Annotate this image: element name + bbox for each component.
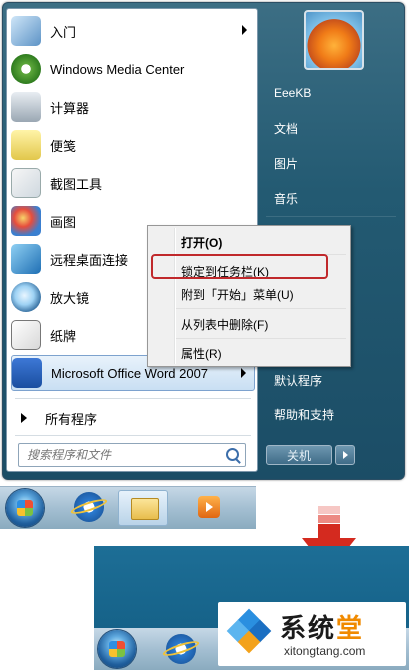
paint-icon	[11, 206, 41, 236]
shutdown-options-arrow-icon[interactable]	[335, 445, 355, 465]
logo-text: 系统堂	[280, 614, 365, 644]
menu-separator	[176, 308, 346, 309]
media-player-icon	[198, 496, 220, 518]
submenu-arrow-icon[interactable]	[241, 368, 246, 378]
right-link-pictures[interactable]: 图片	[274, 155, 298, 172]
program-item-getting-started[interactable]: 入门	[11, 13, 255, 49]
search-icon[interactable]	[226, 448, 239, 461]
menu-item-open[interactable]: 打开(O)	[181, 234, 222, 251]
program-label: 纸牌	[50, 328, 77, 344]
right-link-help[interactable]: 帮助和支持	[274, 406, 334, 423]
program-item-sticky-notes[interactable]: 便笺	[11, 127, 255, 163]
media-center-icon	[11, 54, 41, 84]
internet-explorer-icon[interactable]	[74, 492, 104, 522]
start-orb-icon[interactable]	[98, 630, 136, 668]
folder-icon	[131, 498, 159, 520]
program-label: 便笺	[50, 138, 77, 154]
media-player-taskbar-button[interactable]	[196, 492, 222, 522]
search-box[interactable]	[18, 443, 246, 467]
right-link-default-programs[interactable]: 默认程序	[274, 372, 322, 389]
menu-separator	[176, 338, 346, 339]
logo-diamond-icon	[226, 608, 272, 654]
context-menu: 打开(O) 锁定到任务栏(K) 附到「开始」菜单(U) 从列表中删除(F) 属性…	[147, 225, 351, 367]
right-link-music[interactable]: 音乐	[274, 190, 298, 207]
program-item-snipping-tool[interactable]: 截图工具	[11, 165, 255, 201]
program-label: Microsoft Office Word 2007	[51, 365, 209, 381]
watermark-logo: 系统堂 xitongtang.com	[218, 602, 406, 666]
program-label: 入门	[50, 24, 77, 40]
submenu-arrow-icon	[242, 25, 247, 35]
right-link-user[interactable]: EeeKB	[274, 86, 311, 100]
program-label: 计算器	[50, 100, 90, 116]
calculator-icon	[11, 92, 41, 122]
word-icon	[12, 358, 42, 388]
program-item-media-center[interactable]: Windows Media Center	[11, 51, 255, 87]
explorer-taskbar-button[interactable]	[118, 490, 168, 526]
solitaire-icon	[11, 320, 41, 350]
menu-item-pin-start[interactable]: 附到「开始」菜单(U)	[181, 286, 294, 303]
divider	[15, 398, 251, 399]
all-programs-label: 所有程序	[45, 411, 98, 427]
menu-item-properties[interactable]: 属性(R)	[181, 345, 222, 362]
all-programs-button[interactable]: 所有程序	[15, 407, 255, 429]
search-input[interactable]	[25, 444, 219, 466]
magnifier-icon	[11, 282, 41, 312]
menu-item-remove[interactable]: 从列表中删除(F)	[181, 316, 268, 333]
program-label: 远程桌面连接	[50, 252, 129, 268]
shutdown-button[interactable]: 关机	[266, 445, 332, 465]
snipping-tool-icon	[11, 168, 41, 198]
program-item-calculator[interactable]: 计算器	[11, 89, 255, 125]
user-avatar[interactable]	[304, 10, 364, 70]
logo-url: xitongtang.com	[284, 644, 366, 658]
internet-explorer-icon[interactable]	[166, 634, 196, 664]
sticky-notes-icon	[11, 130, 41, 160]
program-label: 截图工具	[50, 176, 103, 192]
start-orb-icon[interactable]	[6, 489, 44, 527]
intro-icon	[11, 16, 41, 46]
highlight-box	[151, 254, 328, 279]
divider	[266, 216, 396, 217]
remote-desktop-icon	[11, 244, 41, 274]
program-label: 放大镜	[50, 290, 90, 306]
program-label: Windows Media Center	[50, 61, 185, 77]
expand-arrow-icon	[21, 413, 27, 423]
menu-gutter	[174, 228, 176, 364]
divider	[15, 435, 251, 436]
program-label: 画图	[50, 214, 77, 230]
right-link-documents[interactable]: 文档	[274, 120, 298, 137]
